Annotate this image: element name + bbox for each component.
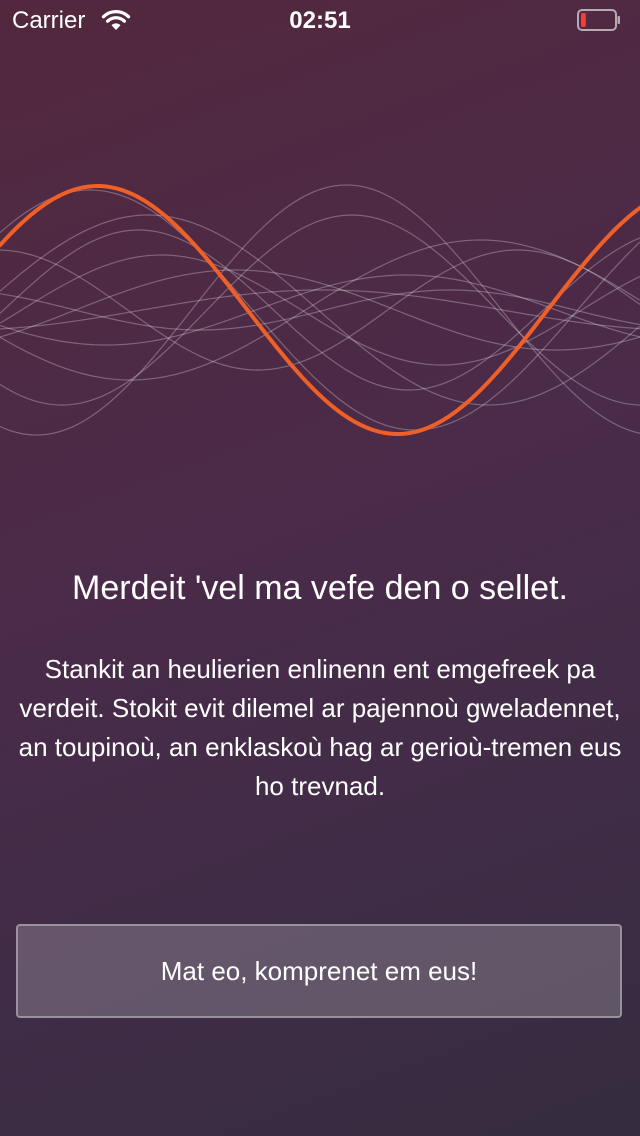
got-it-button[interactable]: Mat eo, komprenet em eus! — [16, 924, 622, 1018]
onboarding-description: Stankit an heulierien enlinenn ent emgef… — [18, 654, 622, 801]
battery-icon — [577, 9, 620, 31]
sound-wave-illustration — [0, 184, 640, 436]
status-bar: Carrier 02:51 — [0, 0, 640, 40]
onboarding-title: Merdeit 'vel ma vefe den o sellet. — [72, 569, 568, 607]
status-time: 02:51 — [289, 7, 351, 34]
battery-level-fill — [581, 13, 586, 27]
background-wave-line — [0, 229, 640, 391]
